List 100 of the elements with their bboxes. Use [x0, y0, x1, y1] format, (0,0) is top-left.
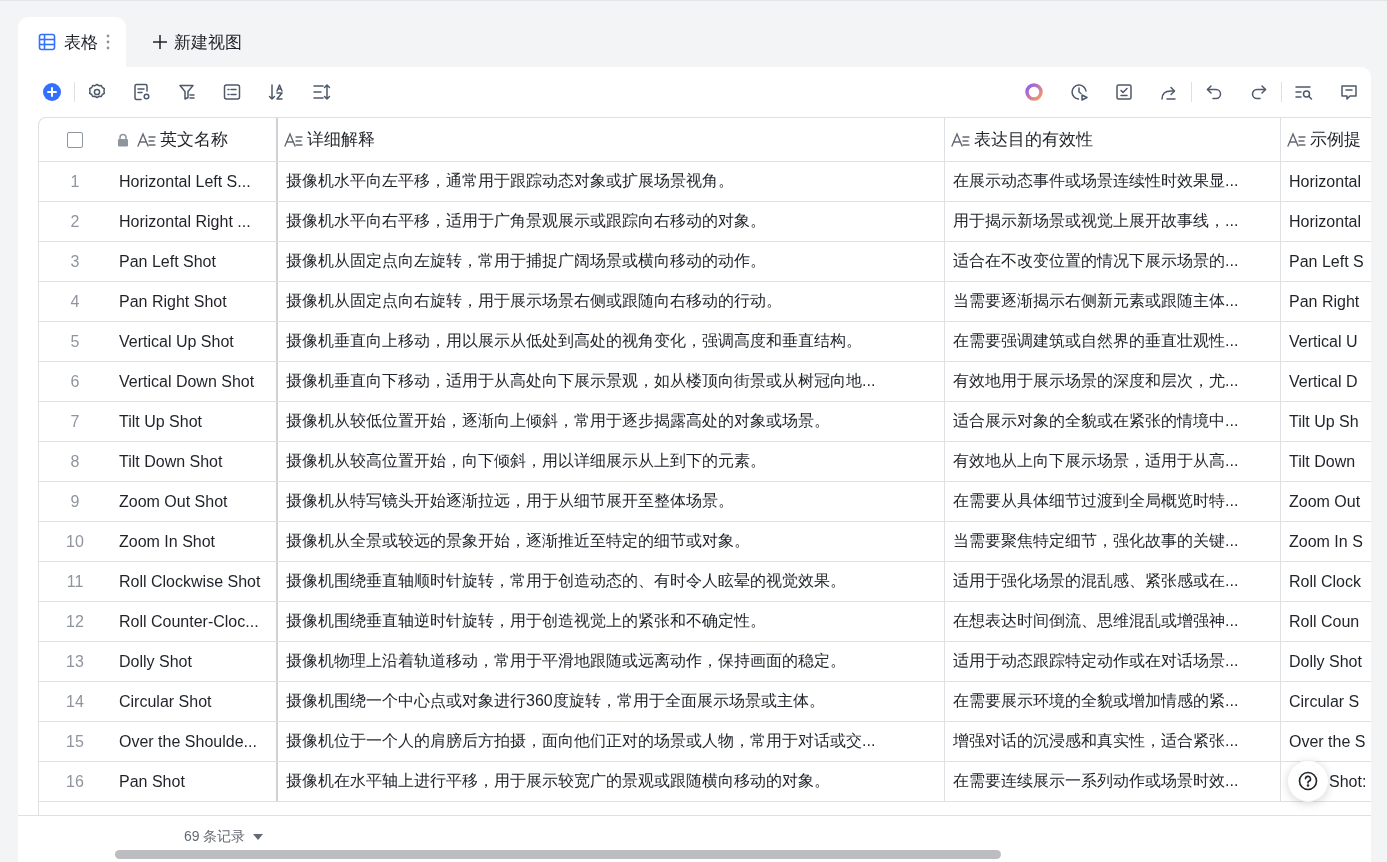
table-cell: Roll Clock — [1289, 572, 1361, 591]
record-count-dropdown[interactable]: 69 条记录 — [178, 827, 270, 847]
row-height-icon[interactable] — [312, 82, 332, 102]
table-cell-text: 摄像机垂直向上移动，用以展示从低处到高处的视角变化，强调高度和垂直结构。 — [286, 331, 862, 351]
table-cell: Zoom Out Shot — [119, 492, 228, 511]
table-cell: Zoom In S — [1289, 532, 1363, 551]
table-cell-text: 摄像机水平向右平移，适用于广角景观展示或跟踪向右移动的对象。 — [286, 211, 766, 231]
table-cell-text: 摄像机从较高位置开始，向下倾斜，用以详细展示从上到下的元素。 — [286, 451, 766, 471]
row-number: 16 — [66, 772, 84, 791]
table-cell: Circular Shot — [119, 692, 212, 711]
row-number: 8 — [70, 452, 80, 471]
table-cell: Horizontal — [1289, 172, 1362, 191]
table-cell-text: 适用于动态跟踪特定动作或在对话场景... — [953, 651, 1239, 671]
row-number: 12 — [66, 612, 84, 631]
table-cell-text: 摄像机从固定点向右旋转，用于展示场景右侧或跟随向右移动的行动。 — [286, 291, 782, 311]
table-cell: Zoom Out — [1289, 492, 1361, 511]
row-number: 10 — [66, 532, 84, 551]
table-cell-text: 在需要从具体细节过渡到全局概览时特... — [953, 491, 1239, 511]
help-button[interactable] — [1287, 760, 1329, 802]
table-cell: Tilt Up Sh — [1289, 412, 1359, 431]
table-cell-text: 摄像机从全景或较远的景象开始，逐渐推近至特定的细节或对象。 — [286, 531, 750, 551]
grid-icon — [38, 33, 56, 51]
table-cell: Dolly Shot — [119, 652, 192, 671]
clock-play-icon[interactable] — [1069, 82, 1089, 102]
list-icon[interactable] — [222, 82, 242, 102]
row-number: 7 — [70, 412, 80, 431]
table-cell-text: 摄像机从较低位置开始，逐渐向上倾斜，常用于逐步揭露高处的对象或场景。 — [286, 411, 830, 431]
view-tab[interactable]: 表格 — [18, 17, 126, 67]
table-cell-text: 摄像机围绕一个中心点或对象进行360度旋转，常用于全面展示场景或主体。 — [286, 691, 825, 711]
undo-icon[interactable] — [1204, 82, 1224, 102]
table-cell: Roll Counter-Cloc... — [119, 612, 259, 631]
table-cell-text: 摄像机位于一个人的肩膀后方拍摄，面向他们正对的场景或人物，常用于对话或交... — [286, 731, 876, 751]
table-cell-text: 摄像机在水平轴上进行平移，用于展示较宽广的景观或跟随横向移动的对象。 — [286, 771, 830, 791]
comment-icon[interactable] — [1339, 82, 1359, 102]
table-cell: Roll Clockwise Shot — [119, 572, 261, 591]
column-header[interactable]: 详细解释 — [307, 128, 375, 151]
table-cell-text: 摄像机从特写镜头开始逐渐拉远，用于从细节展开至整体场景。 — [286, 491, 734, 511]
text-field-icon — [1287, 131, 1307, 148]
table-cell: Pan Right Shot — [119, 292, 227, 311]
table-cell-text: 在想表达时间倒流、思维混乱或增强神... — [953, 611, 1239, 631]
row-number: 5 — [70, 332, 80, 351]
table-cell: Pan Left Shot — [119, 252, 216, 271]
more-icon[interactable] — [106, 34, 110, 50]
text-field-icon — [951, 131, 971, 148]
column-header[interactable]: 表达目的有效性 — [974, 128, 1093, 151]
table-cell-text: 摄像机从固定点向左旋转，常用于捕捉广阔场景或横向移动的动作。 — [286, 251, 766, 271]
table-cell-text: 用于揭示新场景或视觉上展开故事线，... — [953, 211, 1239, 231]
filter-icon[interactable] — [177, 82, 197, 102]
table-cell-text: 摄像机围绕垂直轴顺时针旋转，常用于创造动态的、有时令人眩晕的视觉效果。 — [286, 571, 846, 591]
table-cell: Vertical Up Shot — [119, 332, 234, 351]
table-cell-text: 有效地用于展示场景的深度和层次，尤... — [953, 371, 1239, 391]
table-cell: Roll Coun — [1289, 612, 1360, 631]
table-cell-text: 适合在不改变位置的情况下展示场景的... — [953, 251, 1239, 271]
row-number: 11 — [66, 572, 84, 591]
scrollbar[interactable] — [115, 850, 1001, 859]
column-header[interactable]: 英文名称 — [160, 128, 228, 151]
row-number: 9 — [70, 492, 80, 511]
row-number: 13 — [66, 652, 84, 671]
table-cell: Vertical Down Shot — [119, 372, 255, 391]
table-cell-text: 摄像机垂直向下移动，适用于从高处向下展示景观，如从楼顶向街景或从树冠向地... — [286, 371, 876, 391]
row-number: 14 — [66, 692, 84, 711]
row-number: 6 — [70, 372, 80, 391]
table-cell: Pan Right — [1289, 292, 1360, 311]
table-cell: Circular S — [1289, 692, 1360, 711]
column-header[interactable]: 示例提 — [1310, 128, 1361, 151]
table-cell: Over the S — [1289, 732, 1366, 751]
table-cell: Horizontal Right ... — [119, 212, 251, 231]
table-cell-text: 在需要强调建筑或自然界的垂直壮观性... — [953, 331, 1239, 351]
plus-icon — [152, 34, 168, 50]
table-cell-text: 在需要展示环境的全貌或增加情感的紧... — [953, 691, 1239, 711]
table-cell-text: 当需要逐渐揭示右侧新元素或跟随主体... — [953, 291, 1239, 311]
tab-label: 表格 — [64, 31, 98, 54]
table-cell-text: 适用于强化场景的混乱感、紧张感或在... — [953, 571, 1239, 591]
table-cell: Zoom In Shot — [119, 532, 216, 551]
redo-icon[interactable] — [1249, 82, 1269, 102]
table-cell-text: 有效地从上向下展示场景，适用于从高... — [953, 451, 1239, 471]
table-cell: Tilt Up Shot — [119, 412, 202, 431]
table-cell: Vertical U — [1289, 332, 1358, 351]
table-cell-text: 当需要聚焦特定细节，强化故事的关键... — [953, 531, 1239, 551]
row-number: 2 — [70, 212, 80, 231]
table-cell-text: 在展示动态事件或场景连续性时效果显... — [953, 171, 1239, 191]
row-number: 1 — [70, 172, 80, 191]
table-cell-text: 适合展示对象的全貌或在紧张的情境中... — [953, 411, 1239, 431]
select-all-checkbox[interactable] — [67, 131, 83, 148]
table-cell: Vertical D — [1289, 372, 1358, 391]
new-view-button[interactable]: 新建视图 — [136, 17, 258, 67]
table-cell-text: 摄像机物理上沿着轨道移动，常用于平滑地跟随或远离动作，保持画面的稳定。 — [286, 651, 846, 671]
row-number: 4 — [70, 292, 80, 311]
caret-icon — [253, 834, 264, 840]
text-field-icon — [284, 131, 304, 148]
table-cell: Pan Shot — [119, 772, 185, 791]
checklist-icon[interactable] — [1114, 82, 1134, 102]
table-cell-text: 摄像机围绕垂直轴逆时针旋转，用于创造视觉上的紧张和不确定性。 — [286, 611, 766, 631]
add-icon[interactable] — [42, 82, 62, 102]
table-cell: Shot: — [1329, 772, 1367, 791]
table-cell: Tilt Down — [1289, 452, 1356, 471]
table-cell: Tilt Down Shot — [119, 452, 223, 471]
text-field-icon — [137, 131, 157, 148]
table-cell: Dolly Shot — [1289, 652, 1362, 671]
ring-icon[interactable] — [1024, 82, 1044, 102]
